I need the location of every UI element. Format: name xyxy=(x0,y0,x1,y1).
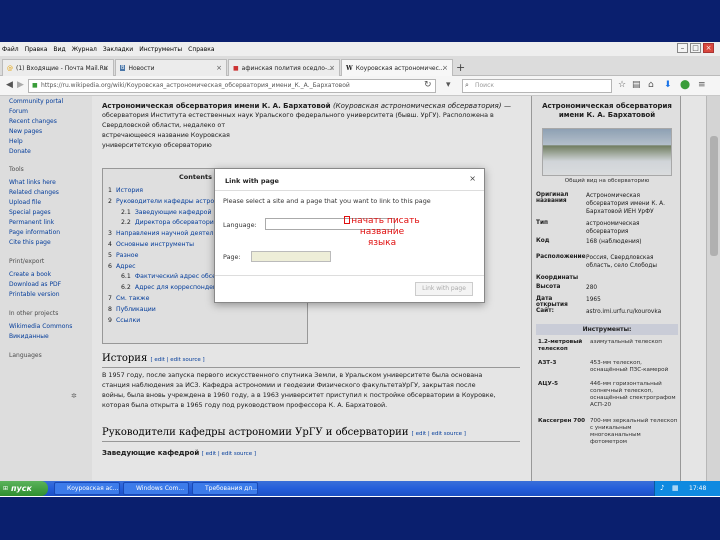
dialog-instruction: Please select a site and a page that you… xyxy=(223,197,431,205)
volume-icon[interactable]: ♪ xyxy=(660,484,664,492)
lock-icon: ■ xyxy=(32,82,38,89)
annotation-line-2: название xyxy=(359,227,405,237)
taskbar-item-label: Коуровская ас... xyxy=(67,485,119,492)
menu-icon[interactable]: ≡ xyxy=(698,80,706,90)
clock: 17:48 xyxy=(689,485,707,492)
taskbar-item-browser[interactable]: Коуровская ас... xyxy=(54,482,120,495)
menu-tools[interactable]: Инструменты xyxy=(139,46,182,53)
menu-bar: Файл Правка Вид Журнал Закладки Инструме… xyxy=(0,42,720,56)
menu-file[interactable]: Файл xyxy=(2,46,19,53)
menu-history[interactable]: Журнал xyxy=(72,46,97,53)
red-annotation: начать писать название языка xyxy=(337,216,427,249)
taskbar-item-label: Требования дл... xyxy=(205,485,258,492)
back-icon[interactable]: ◀ xyxy=(6,80,13,90)
taskbar: пуск ⊞ Коуровская ас... Windows Com... Т… xyxy=(0,481,720,496)
tab-mail-label: (1) Входящие - Почта Mail.Ru xyxy=(16,64,108,72)
divider xyxy=(215,190,484,191)
language-label: Language: xyxy=(223,221,257,229)
url-text: https://ru.wikipedia.org/wiki/Коуровская… xyxy=(41,82,350,89)
taskbar-item-windows-com[interactable]: Windows Com... xyxy=(123,482,189,495)
forward-icon[interactable]: ▶ xyxy=(17,80,24,90)
dropdown-icon[interactable]: ▾ xyxy=(446,80,451,90)
search-icon: ⌕ xyxy=(465,81,469,89)
address-bar[interactable]: https://ru.wikipedia.org/wiki/Коуровская… xyxy=(28,79,436,93)
divider xyxy=(215,275,484,276)
extension-icon[interactable]: ⬤ xyxy=(680,80,690,90)
mail-icon: @ xyxy=(7,64,13,72)
tab-kourovka-label: Коуровская астрономичес... xyxy=(355,64,445,72)
search-placeholder: Поиск xyxy=(475,82,495,89)
close-tab-icon[interactable]: × xyxy=(216,64,222,72)
vk-icon: В xyxy=(120,65,126,71)
close-window-button[interactable]: × xyxy=(703,43,714,53)
desktop-screen: Файл Правка Вид Журнал Закладки Инструме… xyxy=(0,42,720,497)
page-icon: ■ xyxy=(233,64,239,72)
wikipedia-icon: W xyxy=(346,64,353,72)
page-input[interactable] xyxy=(251,251,331,262)
close-dialog-icon[interactable]: × xyxy=(469,174,476,183)
page-label: Page: xyxy=(223,253,241,261)
home-icon[interactable]: ⌂ xyxy=(648,80,654,90)
new-tab-icon[interactable]: + xyxy=(456,61,465,74)
link-with-page-button[interactable]: Link with page xyxy=(415,282,473,296)
tab-bar: @ (1) Входящие - Почта Mail.Ru × В Новос… xyxy=(0,56,720,76)
tab-kourovka[interactable]: W Коуровская астрономичес... × xyxy=(341,59,453,76)
library-icon[interactable]: ▤ xyxy=(632,80,641,90)
maximize-button[interactable]: □ xyxy=(690,43,701,53)
close-tab-icon[interactable]: × xyxy=(103,64,109,72)
menu-help[interactable]: Справка xyxy=(188,46,214,53)
tab-news-label: Новости xyxy=(128,64,155,72)
dialog-title: Link with page xyxy=(225,177,279,185)
annotation-line-1: начать писать xyxy=(351,216,420,226)
bookmark-star-icon[interactable]: ☆ xyxy=(618,80,626,90)
menu-bookmarks[interactable]: Закладки xyxy=(103,46,133,53)
tab-news[interactable]: В Новости × xyxy=(115,59,227,76)
taskbar-item-requirements[interactable]: Требования дл... xyxy=(192,482,258,495)
minimize-button[interactable]: – xyxy=(677,43,688,53)
tab-mail[interactable]: @ (1) Входящие - Почта Mail.Ru × xyxy=(2,59,114,76)
close-tab-icon[interactable]: × xyxy=(442,64,448,72)
menu-view[interactable]: Вид xyxy=(53,46,65,53)
taskbar-item-label: Windows Com... xyxy=(136,485,185,492)
menu-edit[interactable]: Правка xyxy=(25,46,48,53)
annotation-line-3: языка xyxy=(367,238,397,248)
network-icon[interactable]: ▦ xyxy=(672,484,679,492)
reload-icon[interactable]: ↻ xyxy=(424,80,432,90)
navigation-bar: ◀ ▶ https://ru.wikipedia.org/wiki/Коуров… xyxy=(0,76,720,96)
tab-polity[interactable]: ■ афинская полития оседло-... × xyxy=(228,59,340,76)
search-input[interactable]: Поиск xyxy=(462,79,612,93)
windows-logo-icon: ⊞ xyxy=(3,485,9,492)
download-icon[interactable]: ⬇ xyxy=(664,80,672,90)
start-label: пуск xyxy=(11,484,32,493)
close-tab-icon[interactable]: × xyxy=(329,64,335,72)
tab-polity-label: афинская полития оседло-... xyxy=(241,64,333,72)
cursor-marker-icon xyxy=(344,216,351,224)
